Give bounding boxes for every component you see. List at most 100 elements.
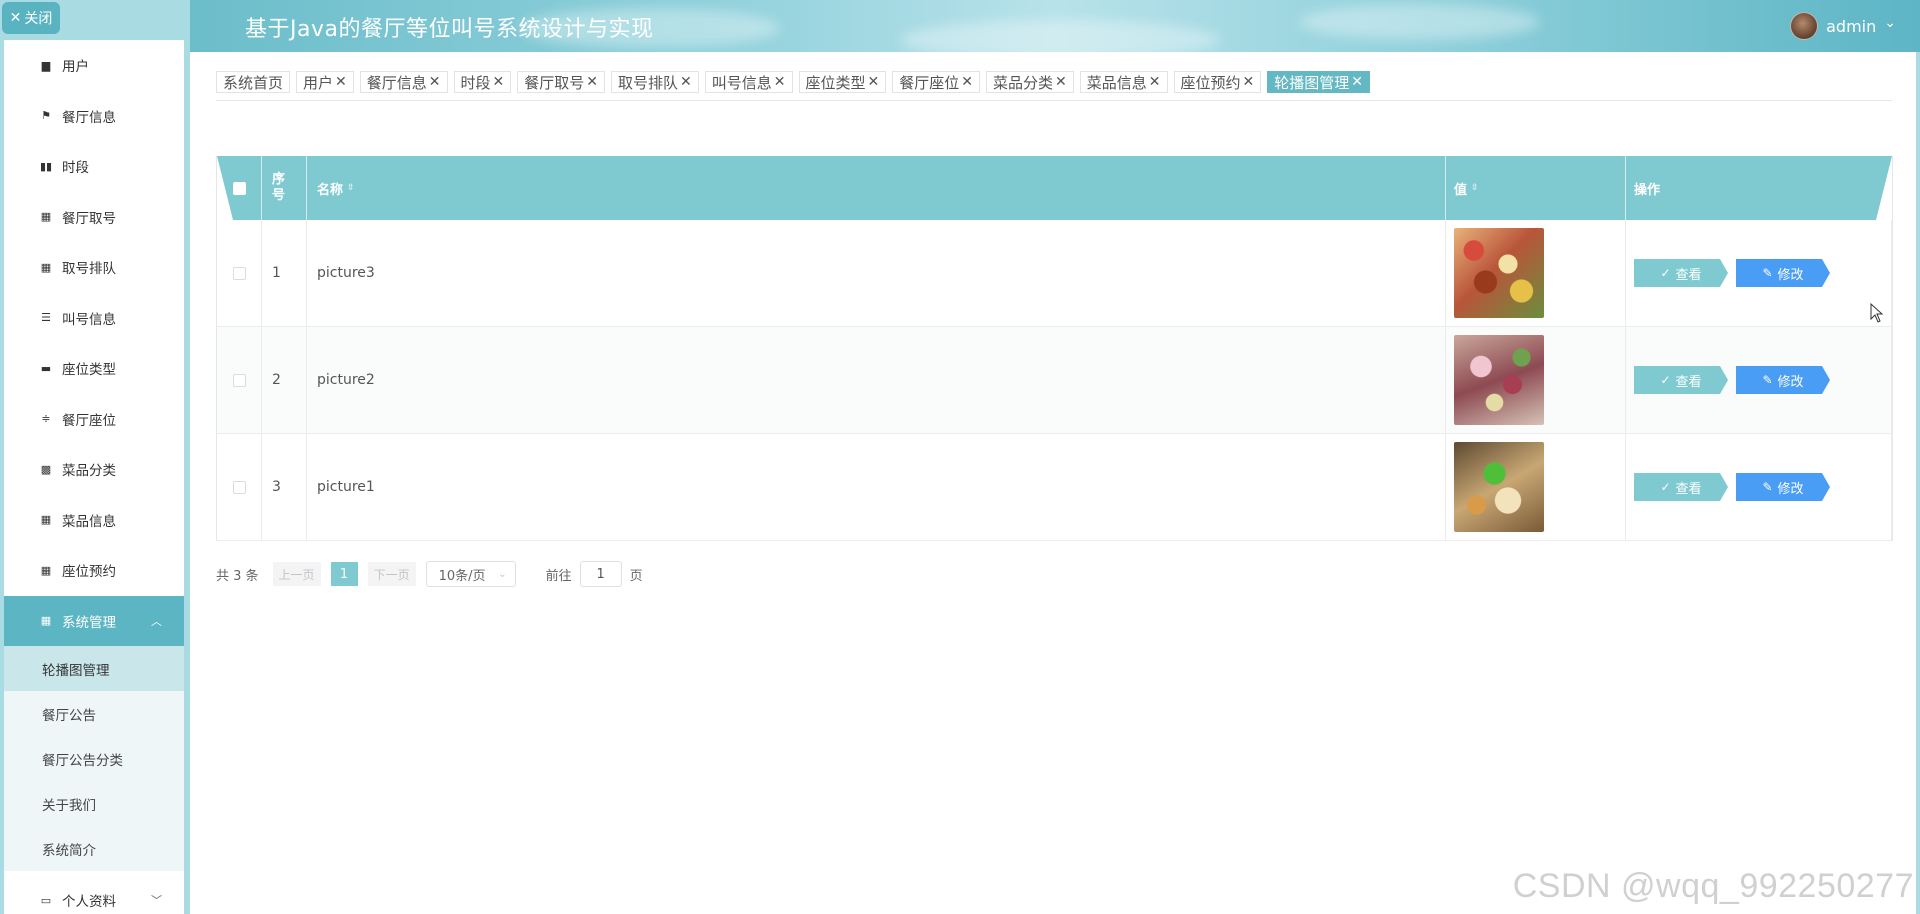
close-icon[interactable]: ✕ — [335, 74, 347, 90]
row-checkbox[interactable] — [232, 480, 246, 494]
close-sidebar-button[interactable]: ✕ 关闭 — [2, 2, 60, 34]
header-name[interactable]: 名称 ⇳ — [307, 156, 1446, 220]
list-icon: ☰ — [41, 311, 51, 325]
row-checkbox[interactable] — [232, 266, 246, 280]
sidebar-item-dish-info[interactable]: ▦ 菜品信息 — [4, 495, 184, 546]
sidebar-item-take-number[interactable]: ▦ 餐厅取号 — [4, 192, 184, 243]
tab-label: 座位类型 — [805, 73, 866, 92]
tab-time-slot[interactable]: 时段 ✕ — [453, 71, 512, 93]
chevron-down-icon[interactable]: ⌄ — [1884, 15, 1896, 31]
sort-icon[interactable]: ⇳ — [1471, 183, 1479, 193]
view-button[interactable]: ✓ 查看 — [1634, 259, 1728, 287]
close-icon[interactable]: ✕ — [1149, 74, 1161, 90]
profile-icon: ▭ — [40, 893, 52, 907]
goto-page-input[interactable]: 1 — [579, 561, 622, 587]
sidebar-subitem-about[interactable]: 关于我们 — [4, 781, 184, 826]
view-button[interactable]: ✓ 查看 — [1634, 366, 1728, 394]
food-photo[interactable] — [1454, 335, 1544, 425]
data-table: 序 号 名称 ⇳ 值 ⇳ 操作 1 picture3 ✓ 查看 ✎ 修改 2 pic… — [216, 156, 1893, 541]
header-index-line2: 号 — [272, 188, 286, 203]
apps-icon: ▩ — [40, 462, 52, 476]
sidebar-item-queue[interactable]: ▦ 取号排队 — [4, 242, 184, 293]
tab-seats[interactable]: 餐厅座位 ✕ — [892, 71, 981, 93]
goto-label: 前往 — [545, 568, 572, 584]
edit-button[interactable]: ✎ 修改 — [1736, 366, 1830, 394]
grid-icon: ▦ — [40, 614, 52, 628]
header-value[interactable]: 值 ⇳ — [1446, 156, 1626, 220]
view-button[interactable]: ✓ 查看 — [1634, 473, 1728, 501]
user-menu[interactable]: admin ⌄ — [1790, 12, 1896, 40]
close-icon[interactable]: ✕ — [1055, 74, 1067, 90]
sidebar-item-label: 菜品分类 — [62, 463, 116, 480]
close-icon[interactable]: ✕ — [429, 74, 441, 90]
sidebar-item-seat-reservation[interactable]: ▦ 座位预约 — [4, 545, 184, 596]
avatar[interactable] — [1790, 12, 1819, 40]
header-label: 值 — [1454, 182, 1468, 198]
tab-call-info[interactable]: 叫号信息 ✕ — [704, 71, 793, 93]
sidebar-item-user[interactable]: ▆ 用户 — [4, 40, 184, 91]
sidebar-item-label: 菜品信息 — [62, 513, 116, 530]
close-icon[interactable]: ✕ — [868, 74, 880, 90]
page-size-select[interactable]: 10条/页 ⌄ — [425, 561, 516, 587]
tab-label: 菜品信息 — [1086, 73, 1147, 92]
close-icon[interactable]: ✕ — [493, 74, 505, 90]
prev-page-button[interactable]: 上一页 — [272, 562, 321, 586]
app-title: 基于Java的餐厅等位叫号系统设计与实现 — [245, 17, 654, 42]
grid-icon: ▦ — [40, 563, 52, 577]
next-page-button[interactable]: 下一页 — [367, 562, 416, 586]
sidebar-subitem-carousel[interactable]: 轮播图管理 — [4, 646, 184, 691]
view-label: 查看 — [1675, 267, 1702, 283]
sidebar-subitem-notice-category[interactable]: 餐厅公告分类 — [4, 736, 184, 781]
sidebar-item-label: 餐厅座位 — [62, 412, 116, 429]
food-photo[interactable] — [1454, 442, 1544, 532]
tab-label: 轮播图管理 — [1274, 73, 1350, 92]
tab-dish-category[interactable]: 菜品分类 ✕ — [986, 71, 1074, 93]
sidebar-item-label: 个人资料 — [62, 894, 116, 911]
row-checkbox[interactable] — [232, 373, 246, 387]
tab-label: 用户 — [303, 73, 334, 92]
close-icon[interactable]: ✕ — [774, 74, 786, 90]
tab-seat-reservation[interactable]: 座位预约 ✕ — [1173, 71, 1262, 93]
select-all-checkbox[interactable] — [233, 182, 246, 195]
close-icon[interactable]: ✕ — [1351, 74, 1363, 90]
sidebar-group-system[interactable]: ▦ 系统管理 ︿ — [4, 595, 184, 646]
page-number-1[interactable]: 1 — [330, 562, 358, 586]
tab-seat-type[interactable]: 座位类型 ✕ — [798, 71, 887, 93]
row-check-cell — [217, 327, 262, 433]
sidebar-item-dish-category[interactable]: ▩ 菜品分类 — [4, 444, 184, 495]
tab-take-number[interactable]: 餐厅取号 ✕ — [517, 71, 606, 93]
close-icon[interactable]: ✕ — [961, 74, 973, 90]
tab-label: 叫号信息 — [711, 73, 772, 92]
close-icon[interactable]: ✕ — [680, 74, 692, 90]
close-icon[interactable]: ✕ — [1243, 74, 1255, 90]
user-name[interactable]: admin — [1826, 17, 1876, 36]
top-header: 基于Java的餐厅等位叫号系统设计与实现 admin ⌄ — [0, 0, 1920, 52]
sidebar-subitem-notice[interactable]: 餐厅公告 — [4, 691, 184, 736]
tab-dish-info[interactable]: 菜品信息 ✕ — [1079, 71, 1168, 93]
food-photo[interactable] — [1454, 228, 1544, 318]
tab-restaurant[interactable]: 餐厅信息 ✕ — [359, 71, 448, 93]
edit-label: 修改 — [1777, 374, 1804, 390]
sidebar-item-seat-type[interactable]: ▬ 座位类型 — [4, 343, 184, 394]
row-value-cell — [1446, 327, 1626, 433]
sort-icon[interactable]: ⇳ — [347, 183, 355, 193]
table-header: 序 号 名称 ⇳ 值 ⇳ 操作 — [217, 156, 1892, 220]
tab-user[interactable]: 用户 ✕ — [296, 71, 354, 93]
edit-button[interactable]: ✎ 修改 — [1736, 259, 1830, 287]
sidebar-item-restaurant[interactable]: ⚑ 餐厅信息 — [4, 91, 184, 142]
sidebar-item-time-slot[interactable]: ▮▮ 时段 — [4, 141, 184, 192]
sidebar-item-call-info[interactable]: ☰ 叫号信息 — [4, 293, 184, 344]
sidebar-item-profile[interactable]: ▭ 个人资料 ﹀ — [4, 875, 184, 914]
bar-chart-icon: ▮▮ — [39, 159, 53, 173]
tab-home[interactable]: 系统首页 — [216, 71, 291, 93]
edit-button[interactable]: ✎ 修改 — [1736, 473, 1830, 501]
edit-label: 修改 — [1777, 481, 1804, 497]
tab-label: 座位预约 — [1180, 73, 1241, 92]
tab-carousel[interactable]: 轮播图管理 ✕ — [1267, 71, 1371, 93]
sidebar-item-seats[interactable]: ≑ 餐厅座位 — [4, 394, 184, 445]
comment-icon: ▬ — [40, 361, 52, 375]
close-icon[interactable]: ✕ — [586, 74, 598, 90]
sidebar-subitem-system-intro[interactable]: 系统简介 — [4, 826, 184, 871]
row-actions: ✓ 查看 ✎ 修改 — [1626, 327, 1892, 433]
tab-queue[interactable]: 取号排队 ✕ — [611, 71, 699, 93]
